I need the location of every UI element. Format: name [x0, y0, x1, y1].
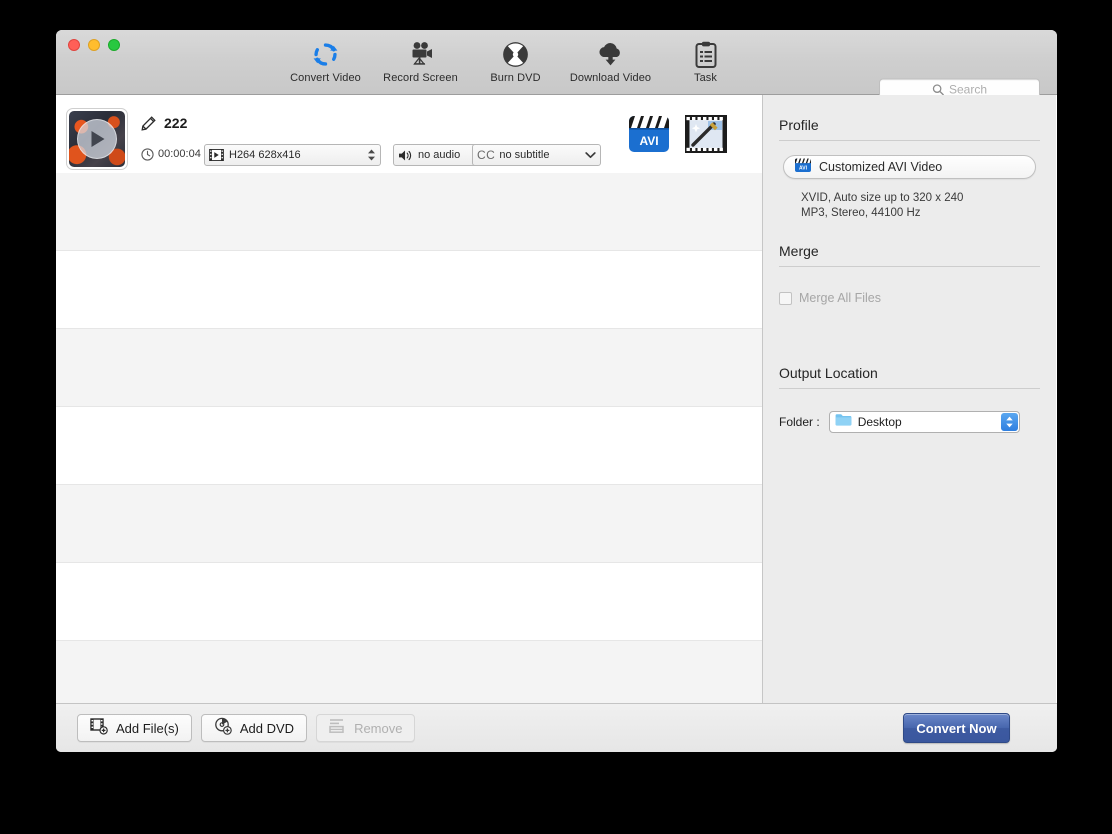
profile-section-title: Profile — [779, 117, 819, 133]
window-body: 222 00:00:04 H264 628x416 no audio CC no… — [56, 95, 1057, 703]
toolbar-item-label: Download Video — [569, 72, 652, 84]
cloud-download-icon — [596, 39, 625, 69]
list-row-empty — [56, 173, 762, 251]
speaker-icon — [398, 149, 413, 162]
profile-select-button[interactable]: AVI Customized AVI Video — [783, 155, 1036, 179]
stepper-arrows-icon[interactable] — [359, 148, 376, 162]
divider — [779, 388, 1040, 389]
close-button[interactable] — [68, 39, 80, 51]
add-files-button[interactable]: Add File(s) — [77, 714, 192, 742]
toolbar-item-label: Burn DVD — [490, 72, 541, 84]
avi-clapperboard-icon: AVI — [794, 156, 812, 179]
output-folder-select[interactable]: Desktop — [828, 411, 1020, 433]
merge-all-files-label: Merge All Files — [799, 291, 881, 305]
folder-label: Folder : — [779, 415, 820, 429]
search-icon — [932, 83, 944, 95]
convert-now-button[interactable]: Convert Now — [903, 713, 1010, 743]
audio-stream-value: no audio — [418, 149, 461, 161]
minimize-button[interactable] — [88, 39, 100, 51]
merge-section-title: Merge — [779, 243, 819, 259]
video-camera-icon — [407, 39, 435, 69]
list-row-empty — [56, 641, 762, 703]
pencil-icon[interactable] — [141, 116, 156, 136]
subtitle-value: no subtitle — [499, 149, 550, 161]
settings-sidebar: Profile AVI Customized AVI Video XVID, A… — [763, 95, 1056, 703]
checkbox-box[interactable] — [779, 291, 792, 305]
toolbar-item-task[interactable]: Task — [658, 35, 753, 93]
list-row-empty — [56, 563, 762, 641]
toolbar-item-download-video[interactable]: Download Video — [563, 35, 658, 93]
window-toolbar: Convert Video Record Screen Burn DVD Dow… — [56, 30, 1057, 100]
toolbar-item-label: Task — [693, 72, 718, 84]
output-folder-value: Desktop — [857, 415, 902, 429]
video-thumbnail[interactable] — [66, 108, 128, 170]
add-dvd-label: Add DVD — [239, 720, 295, 736]
clipboard-icon — [695, 39, 717, 69]
film-icon — [209, 149, 224, 161]
clock-icon — [141, 148, 154, 166]
file-list-item[interactable]: 222 00:00:04 H264 628x416 no audio CC no… — [56, 95, 762, 173]
toolbar-item-record-screen[interactable]: Record Screen — [373, 35, 468, 93]
profile-name: Customized AVI Video — [819, 160, 943, 174]
zoom-button[interactable] — [108, 39, 120, 51]
file-list[interactable]: 222 00:00:04 H264 628x416 no audio CC no… — [56, 95, 763, 703]
file-name: 222 — [164, 115, 188, 131]
list-row-empty — [56, 251, 762, 329]
svg-text:AVI: AVI — [799, 165, 808, 171]
file-duration: 00:00:04 — [158, 148, 201, 160]
list-row-empty — [56, 407, 762, 485]
divider — [779, 140, 1040, 141]
folder-icon — [835, 413, 852, 431]
add-files-label: Add File(s) — [116, 720, 179, 736]
output-folder-row: Folder : Desktop — [779, 411, 1040, 433]
toolbar-item-label: Convert Video — [290, 72, 361, 84]
application-window: Convert Video Record Screen Burn DVD Dow… — [56, 30, 1057, 752]
output-format-badge[interactable]: AVI — [626, 111, 672, 157]
remove-icon — [329, 718, 346, 739]
video-stream-select[interactable]: H264 628x416 — [204, 144, 381, 166]
chevron-down-icon[interactable] — [577, 151, 596, 159]
video-stream-value: H264 628x416 — [229, 149, 301, 161]
add-dvd-icon — [214, 717, 232, 740]
window-controls — [68, 39, 120, 51]
refresh-circle-icon — [312, 39, 339, 69]
bottom-toolbar: Add File(s) Add DVD Remove Convert Now — [56, 703, 1057, 752]
subtitle-select[interactable]: CC no subtitle — [472, 144, 601, 166]
profile-description-audio: MP3, Stereo, 44100 Hz — [801, 207, 921, 219]
remove-button[interactable]: Remove — [316, 714, 416, 742]
search-placeholder: Search — [948, 82, 988, 96]
svg-text:AVI: AVI — [639, 134, 658, 148]
disc-burn-icon — [502, 39, 529, 69]
toolbar-item-label: Record Screen — [383, 72, 458, 84]
divider — [779, 266, 1040, 267]
folder-stepper-arrows-icon[interactable] — [1000, 413, 1018, 431]
add-file-icon — [90, 717, 108, 740]
edit-media-button[interactable] — [684, 113, 730, 159]
profile-description: XVID, Auto size up to 320 x 240 MP3, Ste… — [801, 191, 1040, 221]
convert-now-label: Convert Now — [916, 720, 997, 736]
toolbar-item-convert-video[interactable]: Convert Video — [278, 35, 373, 93]
cc-label: CC — [477, 148, 496, 162]
desktop-backdrop: Convert Video Record Screen Burn DVD Dow… — [0, 0, 1112, 834]
list-row-empty — [56, 329, 762, 407]
profile-description-video: XVID, Auto size up to 320 x 240 — [801, 192, 964, 204]
thumbnail-image — [69, 111, 125, 167]
toolbar-items: Convert Video Record Screen Burn DVD Dow… — [278, 35, 753, 93]
toolbar-item-burn-dvd[interactable]: Burn DVD — [468, 35, 563, 93]
remove-label: Remove — [354, 720, 403, 736]
merge-all-files-checkbox[interactable]: Merge All Files — [779, 291, 1040, 305]
output-location-section-title: Output Location — [779, 365, 878, 381]
add-dvd-button[interactable]: Add DVD — [200, 714, 308, 742]
list-row-empty — [56, 485, 762, 563]
